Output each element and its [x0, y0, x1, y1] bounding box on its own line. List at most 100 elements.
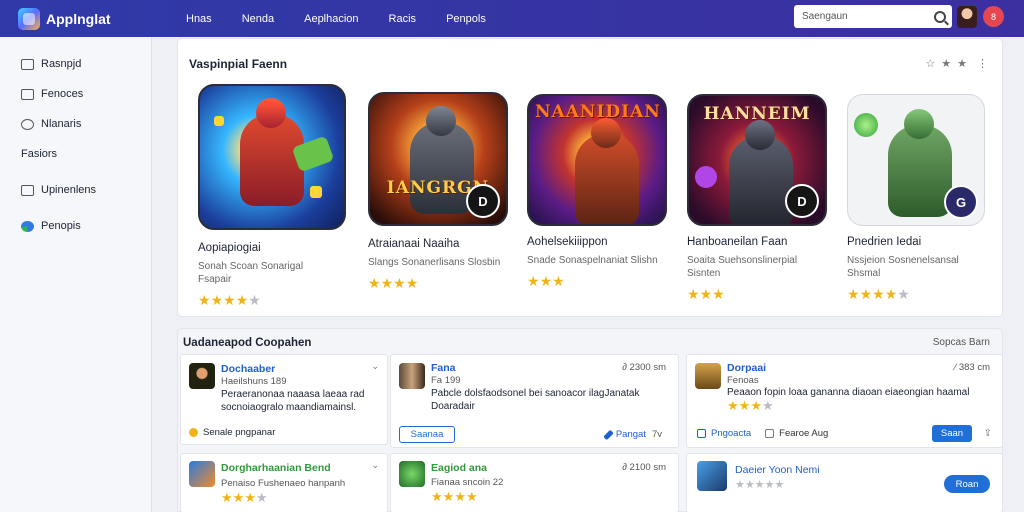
update-card[interactable]: Eagiod ana ∂ 2100 sm Fianaa sncoin 22 ★★… — [390, 453, 679, 512]
star-icon: ★ — [687, 286, 700, 302]
app-name: Aopiapiogiai — [198, 242, 261, 254]
star-icon: ★ — [847, 286, 860, 302]
sidebar-item-5[interactable]: Upinenlens — [0, 175, 151, 205]
app-name[interactable]: Dorpaai — [727, 362, 766, 374]
update-card[interactable]: Fana ∂ 2300 sm Fa 199 Pabcle dolsfaodson… — [390, 354, 679, 448]
app-card[interactable]: Aopiapiogiai Sonah Scoan Sonarigal Fsapa… — [198, 84, 348, 309]
app-artwork[interactable]: IANGRGN D — [368, 92, 508, 226]
search-box[interactable] — [794, 5, 952, 28]
edit-icon — [603, 429, 614, 440]
app-artwork[interactable] — [198, 84, 346, 230]
star-icon: ★ — [735, 479, 745, 491]
star-icon[interactable]: ★ — [941, 57, 951, 70]
sidebar-item-label: Fasiors — [21, 148, 58, 160]
star-icon[interactable]: ★ — [957, 57, 967, 70]
footer-label[interactable]: Pangat — [616, 429, 646, 440]
more-icon[interactable]: ⋮ — [977, 57, 988, 70]
rating-stars: ★★★★ — [368, 275, 518, 292]
notification-badge[interactable]: 8 — [983, 6, 1004, 27]
app-name[interactable]: Dorgharhaanian Bend — [221, 462, 331, 474]
app-artwork[interactable]: HANNEIM D — [687, 94, 827, 226]
nav-item-applications[interactable]: Aeplhacion — [304, 13, 358, 25]
rating-stars: ★★★★ — [727, 398, 774, 414]
action-button[interactable]: Saanaa — [399, 426, 455, 443]
sidebar: Rasnpjd Fenoces Nlanaris Fasiors Upinenl… — [0, 37, 152, 512]
star-icon: ★ — [764, 479, 775, 491]
app-thumbnail[interactable] — [399, 363, 425, 389]
sidebar-item-4[interactable]: Fasiors — [0, 139, 151, 169]
star-icon: ★ — [738, 398, 751, 413]
card-footer: Pngoacta Fearoe Aug — [697, 428, 828, 439]
footer-extra: 7v — [651, 429, 662, 440]
section-title: Vaspinpial Faenn — [189, 57, 288, 71]
star-icon: ★ — [368, 275, 381, 291]
update-card[interactable]: Dorpaai ⁄ 383 cm Fenoas Peaaon fopin loa… — [686, 354, 1003, 448]
update-size: ∂ 2100 sm — [622, 462, 666, 473]
rating-stars: ★★★★★ — [847, 286, 997, 303]
chevron-down-icon[interactable]: ⌄ — [371, 361, 379, 372]
grid-icon — [21, 58, 34, 70]
app-subtitle: Haeilshuns 189 — [221, 376, 287, 387]
share-icon[interactable]: ⇪ — [984, 428, 992, 439]
star-icon: ★ — [750, 398, 762, 413]
app-name[interactable]: Fana — [431, 362, 456, 374]
footer-label-2[interactable]: Fearoe Aug — [779, 428, 828, 439]
featured-section: Vaspinpial Faenn ☆ ★ ★ ⋮ Aopiapiogiai So… — [177, 38, 1003, 317]
footer-label[interactable]: Senale pngpanar — [203, 427, 275, 438]
search-icon[interactable] — [934, 10, 946, 23]
sidebar-item-2[interactable]: Fenoces — [0, 79, 151, 109]
app-thumbnail[interactable] — [189, 461, 215, 487]
app-thumbnail[interactable] — [189, 363, 215, 389]
app-name[interactable]: Eagiod ana — [431, 462, 487, 474]
star-icon: ★ — [393, 275, 406, 291]
app-description: Nssjeion Sosnenelsansal Shsmal — [847, 255, 959, 279]
app-card[interactable]: HANNEIM D Hanboaneilan Faan Soaita Suehs… — [687, 84, 837, 303]
update-card[interactable]: Daeier Yoon Nemi ★★★★★ Roan — [686, 453, 1003, 512]
star-icon: ★ — [442, 489, 455, 504]
art-title: NAANIDIAN — [535, 102, 661, 122]
sidebar-item-label: Fenoces — [41, 88, 84, 100]
update-card[interactable]: Dochaaber Haeilshuns 189 ⌄ Peraeranonaa … — [180, 354, 388, 445]
app-thumbnail[interactable] — [399, 461, 425, 487]
app-artwork[interactable]: G — [847, 94, 985, 226]
update-card[interactable]: Dorgharhaanian Bend ⌄ Penaiso Fushenaeo … — [180, 453, 388, 512]
list-icon — [21, 184, 34, 196]
app-artwork[interactable]: NAANIDIAN — [527, 94, 667, 226]
chevron-down-icon[interactable]: ⌄ — [371, 460, 379, 471]
sidebar-item-6[interactable]: Penopis — [0, 211, 151, 241]
chat-icon — [21, 118, 34, 130]
app-thumbnail[interactable] — [697, 461, 727, 491]
app-description: Soaita Suehsonslinerpial Sisnten — [687, 255, 798, 279]
sidebar-item-1[interactable]: Rasnpjd — [0, 49, 151, 79]
update-size: ∂ 2300 sm — [622, 362, 666, 373]
emoji-icon — [189, 428, 198, 437]
footer-label[interactable]: Pngoacta — [711, 428, 751, 439]
star-icon: ★ — [859, 286, 873, 302]
app-thumbnail[interactable] — [695, 363, 721, 389]
rating-stars: ★★★★★ — [735, 478, 784, 491]
app-card[interactable]: G Pnedrien Iedai Nssjeion Sosnenelsansal… — [847, 84, 997, 303]
star-icon: ★ — [897, 286, 910, 302]
app-card[interactable]: IANGRGN D Atraianaai Naaiha Slangs Sonan… — [368, 84, 518, 292]
nav-item-penpols[interactable]: Penpols — [446, 13, 486, 25]
update-size: ⁄ 383 cm — [954, 362, 990, 373]
see-all-link[interactable]: Sopcas Barn — [933, 337, 990, 348]
app-subtitle: Fianaa sncoin 22 — [431, 477, 504, 488]
avatar[interactable] — [957, 6, 977, 28]
action-button[interactable]: Saan — [932, 425, 972, 442]
star-icon: ★ — [712, 286, 725, 302]
app-name[interactable]: Dochaaber — [221, 363, 275, 375]
nav-item-home[interactable]: Hnas — [186, 13, 212, 25]
rating-stars: ★★★ — [527, 273, 677, 290]
search-input[interactable] — [802, 11, 922, 22]
settings-icon[interactable]: ☆ — [925, 57, 935, 70]
app-card[interactable]: NAANIDIAN Aohelsekiiippon Snade Sonaspel… — [527, 84, 677, 290]
star-icon: ★ — [699, 286, 713, 302]
app-logo[interactable]: Applnglat — [18, 7, 158, 30]
app-name[interactable]: Daeier Yoon Nemi — [735, 464, 820, 476]
app-description: Snade Sonaspelnaniat Slishn — [527, 255, 658, 266]
sidebar-item-3[interactable]: Nlanaris — [0, 109, 151, 139]
action-button[interactable]: Roan — [944, 475, 990, 493]
nav-item-racis[interactable]: Racis — [389, 13, 417, 25]
nav-item-new[interactable]: Nenda — [242, 13, 274, 25]
